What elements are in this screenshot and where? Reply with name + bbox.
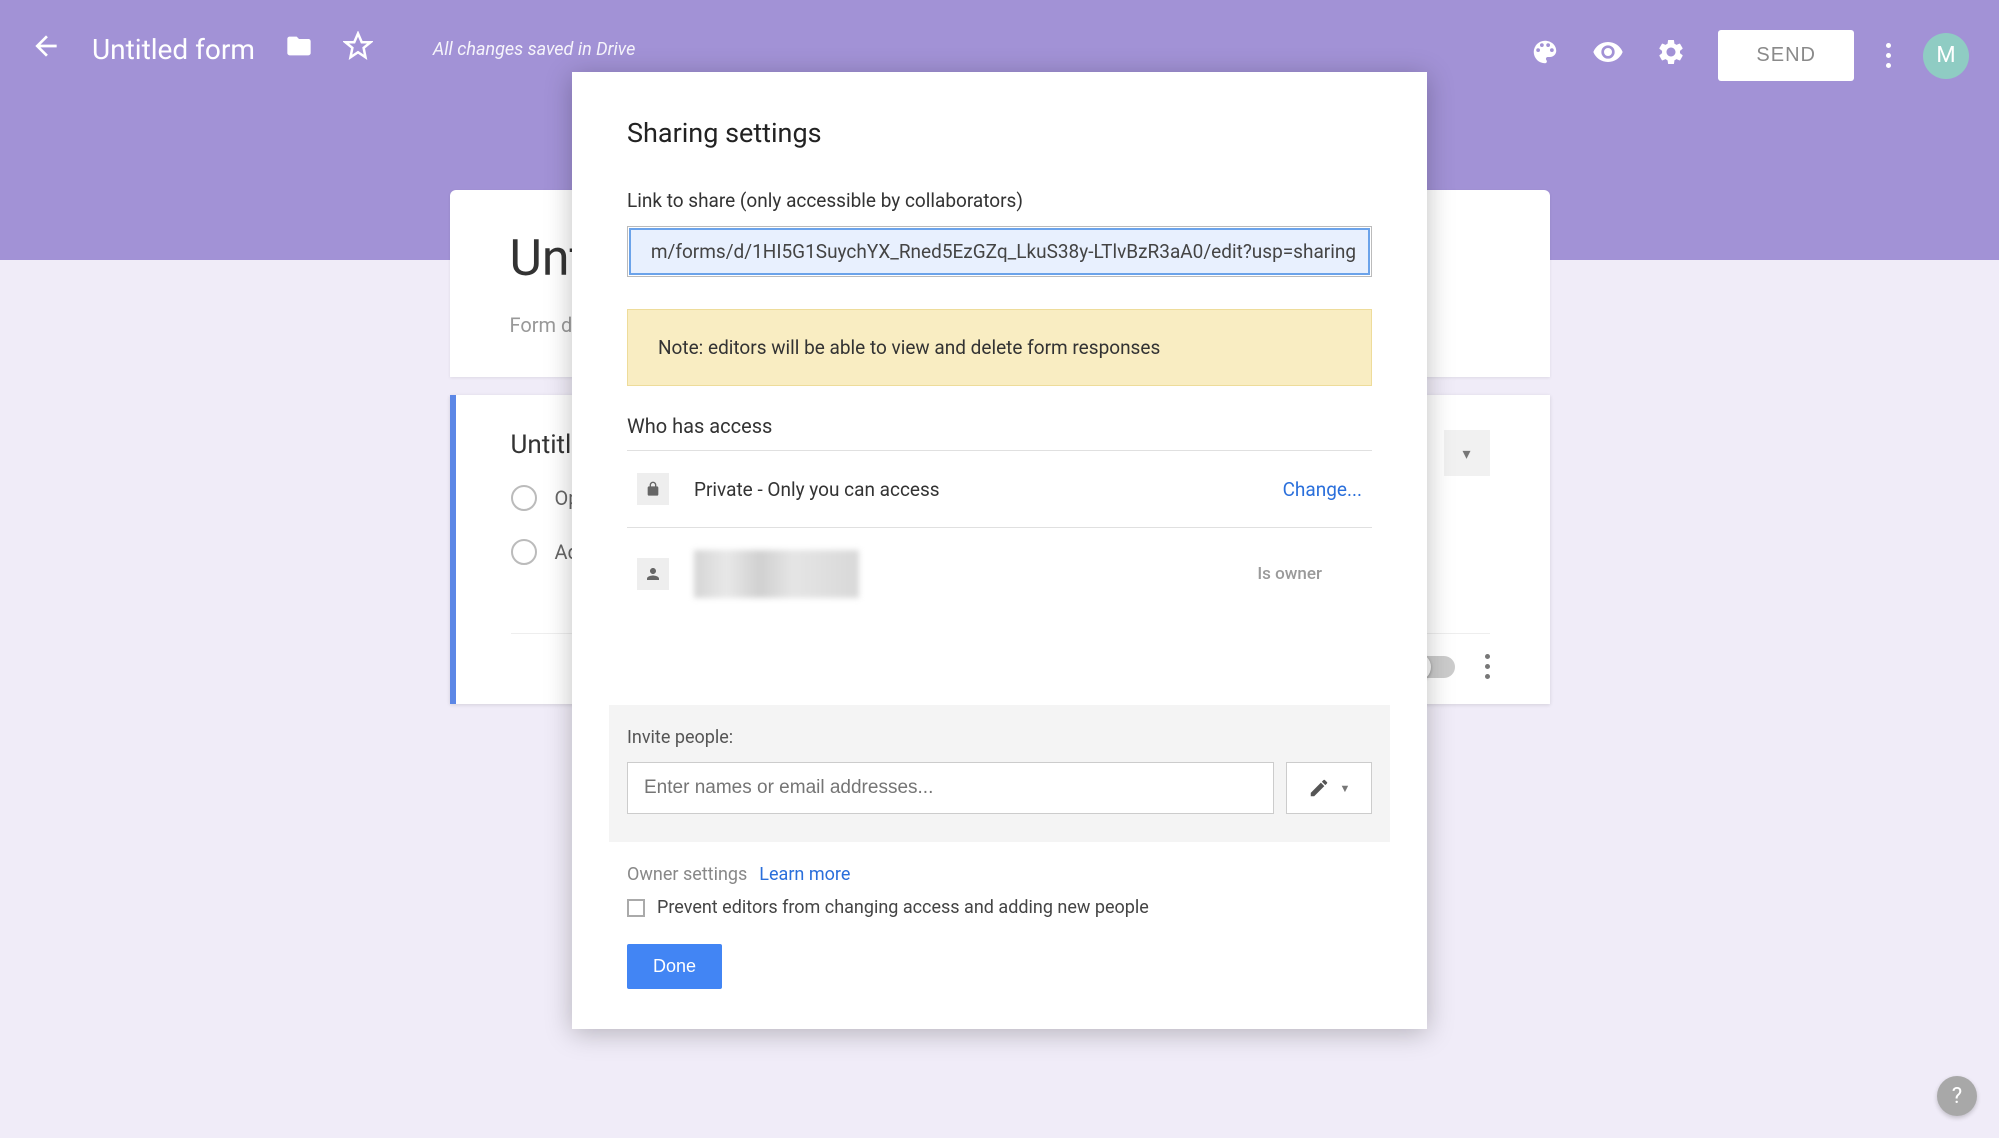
invite-section: Invite people: ▼ (609, 705, 1390, 842)
learn-more-link[interactable]: Learn more (759, 864, 850, 885)
prevent-checkbox[interactable] (627, 899, 645, 917)
who-has-access-label: Who has access (627, 414, 1372, 438)
permission-dropdown[interactable]: ▼ (1286, 762, 1372, 814)
caret-down-icon: ▼ (1340, 782, 1351, 795)
prevent-label: Prevent editors from changing access and… (657, 897, 1149, 918)
dialog-title: Sharing settings (627, 117, 1372, 149)
done-button[interactable]: Done (627, 944, 722, 989)
owner-name-redacted (694, 550, 859, 598)
pencil-icon (1308, 777, 1330, 799)
change-link[interactable]: Change... (1283, 478, 1362, 501)
dialog-overlay: Sharing settings Link to share (only acc… (0, 0, 1999, 1138)
lock-icon (637, 473, 669, 505)
privacy-text: Private - Only you can access (694, 478, 1258, 501)
editors-note: Note: editors will be able to view and d… (627, 309, 1372, 386)
help-icon[interactable]: ? (1937, 1076, 1977, 1116)
share-link-input[interactable] (629, 228, 1370, 275)
link-share-label: Link to share (only accessible by collab… (627, 189, 1372, 212)
owner-role-label: Is owner (1257, 564, 1322, 584)
invite-label: Invite people: (627, 727, 1372, 748)
access-row-owner: Is owner (627, 527, 1372, 620)
invite-input[interactable] (627, 762, 1274, 814)
owner-settings-label: Owner settings (627, 864, 747, 885)
prevent-editors-row: Prevent editors from changing access and… (627, 897, 1372, 918)
person-icon (637, 558, 669, 590)
sharing-dialog: Sharing settings Link to share (only acc… (572, 72, 1427, 1029)
access-row-privacy: Private - Only you can access Change... (627, 450, 1372, 527)
owner-settings-row: Owner settings Learn more (627, 864, 1372, 885)
